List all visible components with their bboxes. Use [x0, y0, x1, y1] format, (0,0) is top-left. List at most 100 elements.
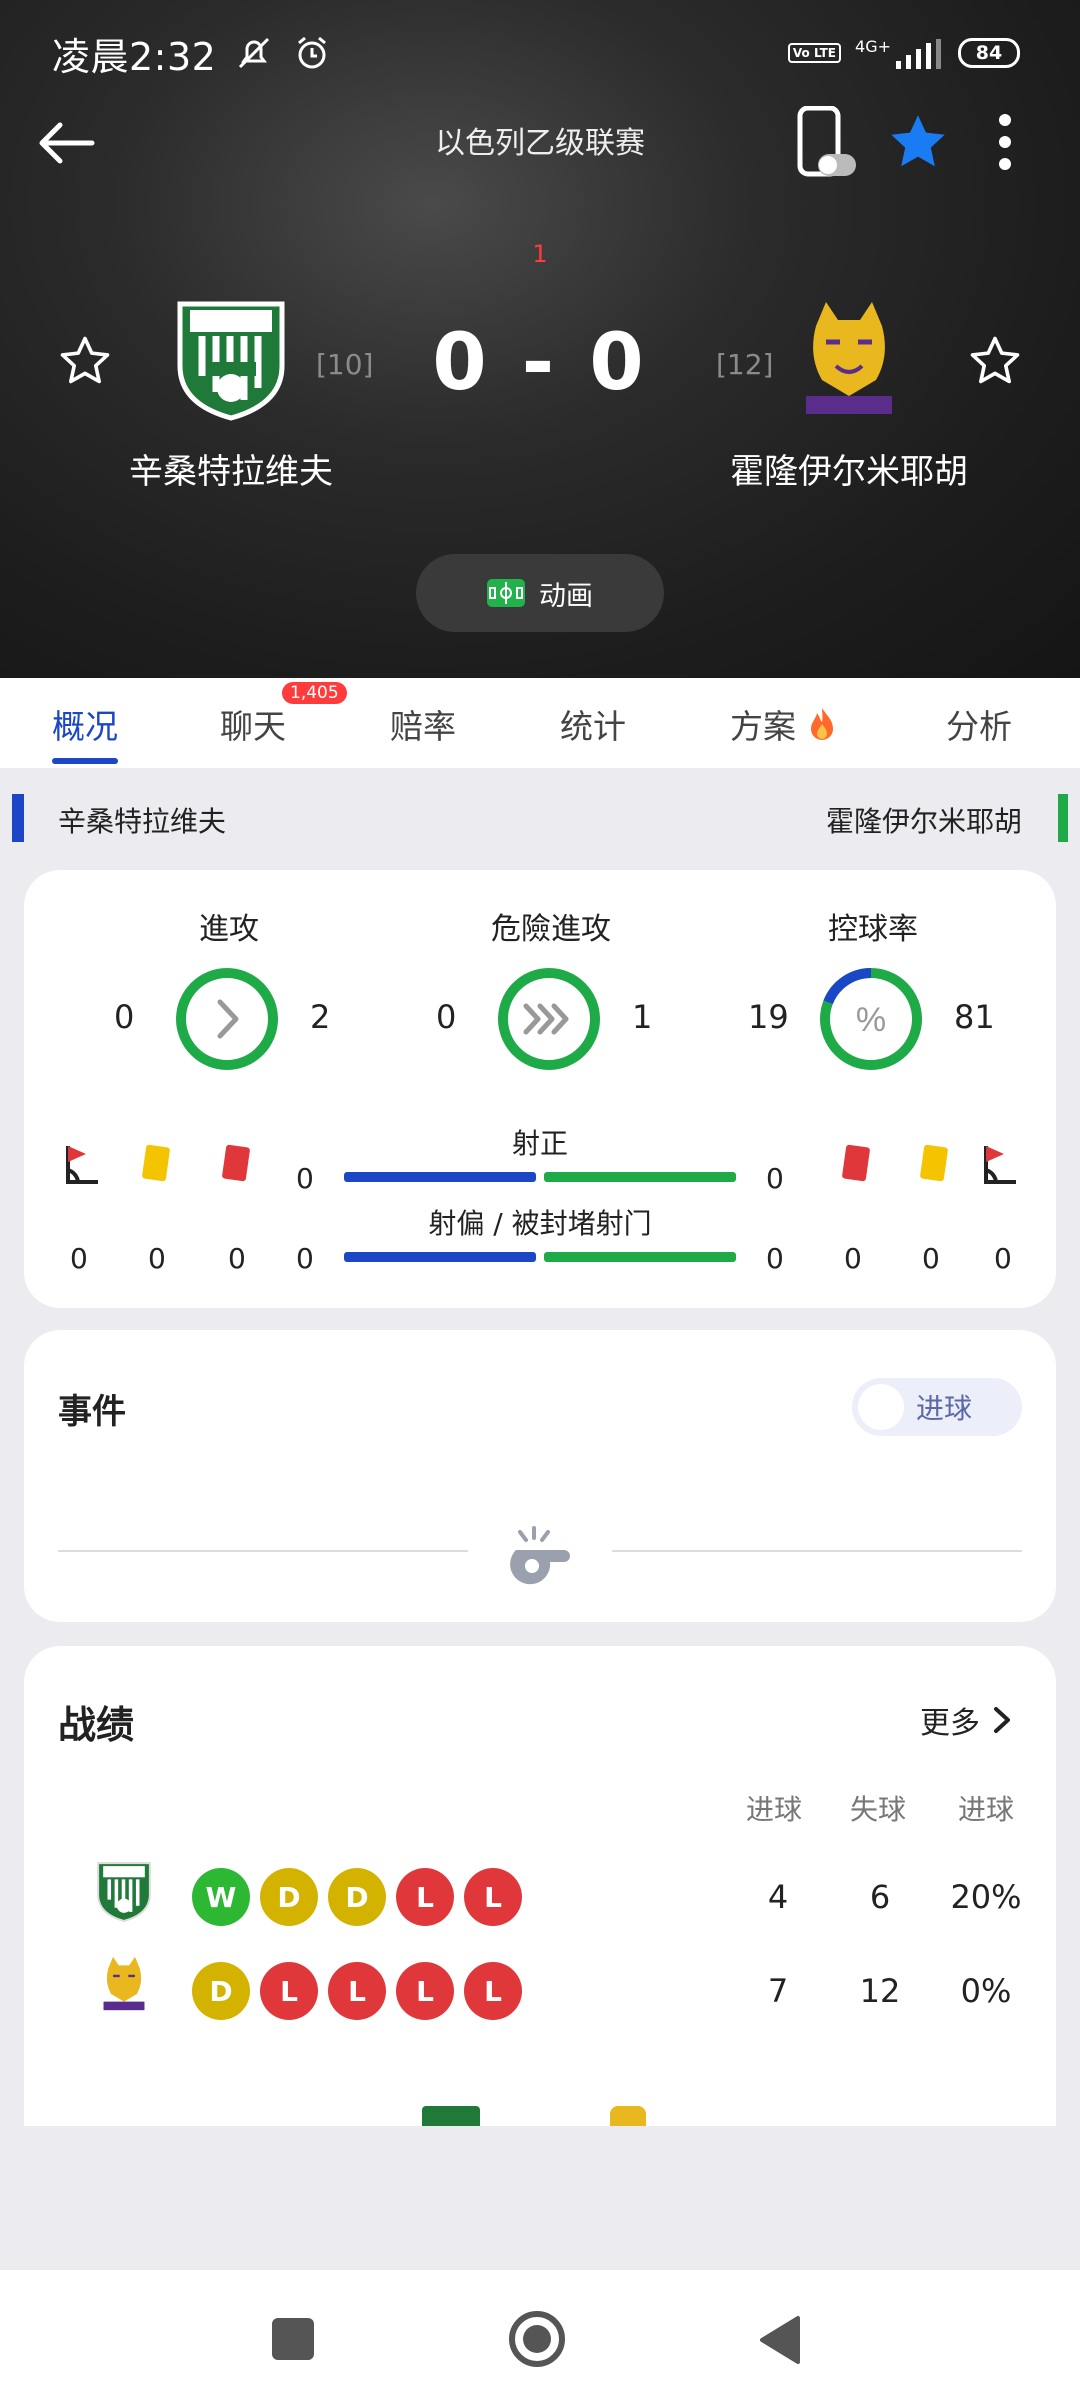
back-button[interactable] — [758, 2314, 802, 2370]
stats-card: 進攻 0 2 危險進攻 0 1 控球率 19 % 81 0 射正 0 0 0 0… — [24, 870, 1056, 1308]
timeline-left — [58, 1550, 468, 1552]
tab-bar: 概况 聊天 赔率 统计 方案 分析 — [0, 678, 1080, 768]
more-options-icon[interactable] — [990, 110, 1020, 178]
attack-away-value: 2 — [310, 998, 331, 1036]
animation-label: 动画 — [539, 580, 593, 612]
chevron-right-icon — [994, 1707, 1010, 1733]
tab-chat[interactable]: 聊天 — [220, 700, 286, 748]
form-result-badge: D — [328, 1868, 386, 1926]
away-favorite-star-icon[interactable] — [968, 334, 1022, 392]
attack-stat: 進攻 0 2 — [64, 904, 394, 1074]
away-goals-against: 12 — [859, 1972, 901, 2010]
events-title: 事件 — [58, 1392, 126, 1432]
away-goals-for: 7 — [767, 1972, 789, 2010]
phone-toggle-icon[interactable] — [794, 105, 858, 184]
shots-on-target-home: 0 — [296, 1162, 314, 1195]
signal-icon: 4G+ — [855, 37, 944, 69]
tab-analysis[interactable]: 分析 — [946, 700, 1012, 748]
away-red-count: 0 — [844, 1242, 862, 1275]
away-goal-rate: 0% — [960, 1972, 1012, 2010]
favorite-star-icon[interactable] — [886, 110, 950, 178]
away-crest-peek — [610, 2106, 646, 2126]
chat-count-badge: 1,405 — [282, 682, 347, 704]
dangerous-attack-label: 危險進攻 — [491, 912, 611, 947]
tab-odds[interactable]: 赔率 — [390, 700, 456, 748]
mute-icon — [234, 33, 274, 73]
home-goal-rate: 20% — [950, 1878, 1022, 1916]
home-button[interactable] — [508, 2310, 566, 2372]
status-bar: 凌晨2:32 Vo LTE 4G+ 84 — [52, 28, 1020, 79]
goals-only-label: 进球 — [916, 1392, 973, 1425]
dangerous-attack-away-value: 1 — [632, 998, 653, 1036]
recent-apps-button[interactable] — [272, 2318, 314, 2360]
alarm-icon — [292, 33, 332, 73]
possession-home-value: 19 — [748, 998, 789, 1036]
home-form-row[interactable]: W D D L L 4 6 20% — [24, 1862, 1056, 1938]
home-goals-against: 6 — [869, 1878, 891, 1916]
shots-on-target-away-bar — [544, 1172, 736, 1182]
form-result-badge: L — [396, 1962, 454, 2020]
form-result-badge: W — [192, 1868, 250, 1926]
pitch-icon — [487, 579, 525, 607]
home-crest-peek — [422, 2106, 480, 2126]
attack-home-value: 0 — [114, 998, 135, 1036]
form-result-badge: D — [260, 1868, 318, 1926]
system-nav-bar — [0, 2270, 1080, 2400]
away-team-label: 霍隆伊尔米耶胡 — [825, 805, 1022, 838]
possession-away-value: 81 — [954, 998, 995, 1036]
away-rank: [12] — [716, 348, 774, 381]
home-corners-count: 0 — [70, 1242, 88, 1275]
home-color-bar — [12, 794, 24, 842]
shots-on-target-home-bar — [344, 1172, 536, 1182]
dangerous-attack-ring — [498, 968, 600, 1070]
shots-off-home: 0 — [296, 1242, 314, 1275]
tab-stats[interactable]: 统计 — [560, 700, 626, 748]
form-result-badge: L — [328, 1962, 386, 2020]
battery-icon: 84 — [958, 38, 1020, 68]
possession-ring: % — [820, 968, 922, 1070]
record-title: 战绩 — [58, 1703, 135, 1747]
goals-only-toggle[interactable]: 进球 — [852, 1378, 1022, 1436]
home-red-count: 0 — [228, 1242, 246, 1275]
home-team-crest-small — [92, 1856, 156, 1930]
home-team-name: 辛桑特拉维夫 — [129, 452, 333, 492]
team-name-bar: 辛桑特拉维夫 霍隆伊尔米耶胡 — [0, 794, 1080, 842]
tab-plans[interactable]: 方案 — [730, 700, 837, 748]
possession-label: 控球率 — [828, 912, 918, 947]
toggle-knob — [858, 1384, 904, 1430]
match-header: 凌晨2:32 Vo LTE 4G+ 84 以色列乙级联赛 1 [10] 0 - … — [0, 0, 1080, 678]
fire-icon — [810, 708, 833, 740]
status-time: 凌晨2:32 — [52, 34, 217, 79]
shots-on-target-label: 射正 — [511, 1127, 568, 1160]
away-yellow-count: 0 — [922, 1242, 940, 1275]
record-card: 战绩 更多 进球 失球 进球 W D D L L 4 6 20% D L L L… — [24, 1646, 1056, 2126]
column-goals-for: 进球 — [746, 1793, 803, 1826]
percent-icon: % — [856, 1001, 886, 1039]
attack-ring — [176, 968, 278, 1070]
form-result-badge: L — [260, 1962, 318, 2020]
away-team-crest[interactable] — [786, 296, 912, 422]
animation-button[interactable]: 动画 — [416, 554, 664, 632]
home-goals-for: 4 — [767, 1878, 789, 1916]
events-card: 事件 进球 — [24, 1330, 1056, 1622]
form-result-badge: D — [192, 1962, 250, 2020]
more-record-link[interactable]: 更多 — [920, 1698, 1012, 1742]
more-label: 更多 — [920, 1706, 980, 1741]
chevron-right-icon — [217, 999, 239, 1039]
form-result-badge: L — [464, 1962, 522, 2020]
possession-stat: 控球率 19 % 81 — [708, 904, 1038, 1074]
attack-label: 進攻 — [199, 912, 259, 947]
form-result-badge: L — [464, 1868, 522, 1926]
tab-overview[interactable]: 概况 — [52, 700, 118, 748]
shots-off-label: 射偏 / 被封堵射门 — [428, 1207, 652, 1240]
shots-off-home-bar — [344, 1252, 536, 1262]
home-team-label: 辛桑特拉维夫 — [58, 805, 227, 838]
dangerous-attack-stat: 危險進攻 0 1 — [386, 904, 716, 1074]
column-goal-rate: 进球 — [958, 1793, 1015, 1826]
away-team-crest-small — [94, 1948, 154, 2024]
home-yellow-count: 0 — [148, 1242, 166, 1275]
match-minute: 1 — [532, 240, 548, 268]
triple-chevron-icon — [523, 1003, 569, 1035]
away-form-row[interactable]: D L L L L 7 12 0% — [24, 1956, 1056, 2032]
match-score: 0 - 0 — [432, 318, 648, 408]
